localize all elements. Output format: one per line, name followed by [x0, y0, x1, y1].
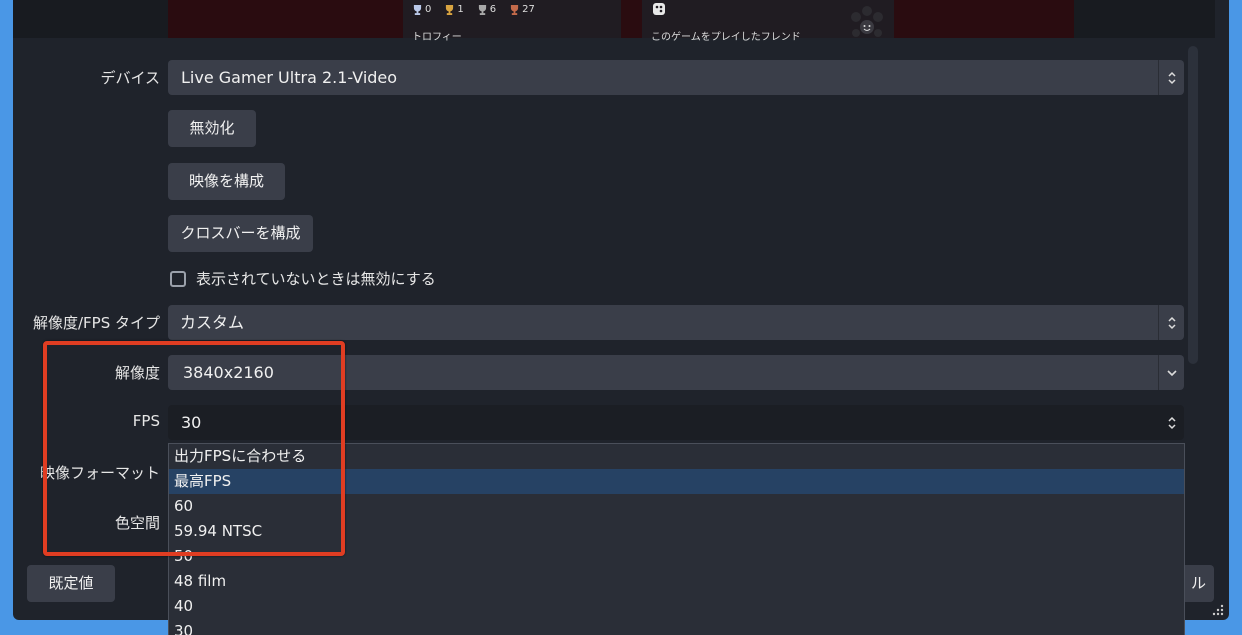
video-format-label: 映像フォーマット [39, 464, 160, 482]
resize-grip-icon[interactable] [1212, 604, 1224, 616]
fps-option[interactable]: 48 film [169, 569, 1184, 594]
friends-card: このゲームをプレイしたフレンド [642, 0, 894, 43]
gold-count: 1 [457, 4, 464, 15]
configure-crossbar-button[interactable]: クロスバーを構成 [168, 215, 313, 252]
updown-chevron-icon [1158, 305, 1184, 340]
trophy-label: トロフィー [412, 32, 462, 43]
platinum-trophy: 0 [413, 4, 431, 15]
bronze-trophy: 27 [510, 4, 535, 15]
silver-trophy-icon [478, 4, 486, 15]
properties-scrollbar[interactable] [1188, 46, 1198, 364]
fps-dropdown-list[interactable]: 出力FPSに合わせる 最高FPS 60 59.94 NTSC 50 48 fil… [168, 443, 1185, 635]
fps-option[interactable]: 60 [169, 494, 1184, 519]
defaults-button[interactable]: 既定値 [27, 565, 115, 602]
bronze-trophy-icon [511, 4, 519, 15]
trophy-counts: 0 1 6 27 [413, 4, 535, 15]
updown-chevron-icon [1158, 60, 1184, 95]
preview-image: 0 1 6 27 トロフィー このゲームをプレイしたフレンド [168, 0, 1074, 43]
configure-video-button[interactable]: 映像を構成 [168, 163, 285, 200]
deactivate-when-hidden-checkbox[interactable] [170, 270, 186, 287]
fps-select[interactable]: 30 [168, 405, 1184, 440]
trophy-card: 0 1 6 27 トロフィー [403, 0, 621, 43]
chevron-down-icon[interactable] [1158, 355, 1184, 390]
gold-trophy-icon [446, 4, 454, 15]
silver-count: 6 [489, 4, 497, 15]
device-label: デバイス [100, 69, 160, 87]
source-preview: 0 1 6 27 トロフィー このゲームをプレイしたフレンド [13, 0, 1215, 43]
res-fps-type-label: 解像度/FPS タイプ [32, 314, 160, 332]
res-fps-type-value: カスタム [180, 313, 245, 332]
fps-option[interactable]: 59.94 NTSC [169, 519, 1184, 544]
friend-avatars-icon [851, 6, 883, 37]
color-space-label: 色空間 [114, 514, 160, 532]
bronze-count: 27 [522, 4, 535, 15]
resolution-label: 解像度 [114, 364, 160, 382]
silver-trophy: 6 [478, 4, 496, 15]
gamepad-icon [653, 3, 665, 15]
device-select[interactable]: Live Gamer Ultra 2.1-Video [168, 60, 1184, 95]
resolution-combo[interactable]: 3840x2160 [168, 355, 1184, 390]
res-fps-type-select[interactable]: カスタム [168, 305, 1184, 340]
fps-option-selected[interactable]: 最高FPS [169, 469, 1184, 494]
fps-option[interactable]: 出力FPSに合わせる [169, 444, 1184, 469]
fps-option[interactable]: 30 [169, 619, 1184, 635]
friends-label: このゲームをプレイしたフレンド [651, 32, 801, 43]
deactivate-when-hidden-row[interactable]: 表示されていないときは無効にする [170, 268, 436, 289]
fps-value: 30 [181, 413, 202, 432]
fps-label: FPS [132, 412, 160, 430]
deactivate-when-hidden-label: 表示されていないときは無効にする [196, 270, 436, 288]
gold-trophy: 1 [445, 4, 464, 15]
device-value: Live Gamer Ultra 2.1-Video [181, 68, 398, 87]
fps-option[interactable]: 40 [169, 594, 1184, 619]
platinum-trophy-icon [413, 4, 422, 15]
resolution-value: 3840x2160 [183, 363, 274, 382]
fps-option[interactable]: 50 [169, 544, 1184, 569]
platinum-count: 0 [425, 4, 432, 15]
updown-chevron-icon [1159, 405, 1184, 440]
disable-button[interactable]: 無効化 [168, 110, 256, 147]
